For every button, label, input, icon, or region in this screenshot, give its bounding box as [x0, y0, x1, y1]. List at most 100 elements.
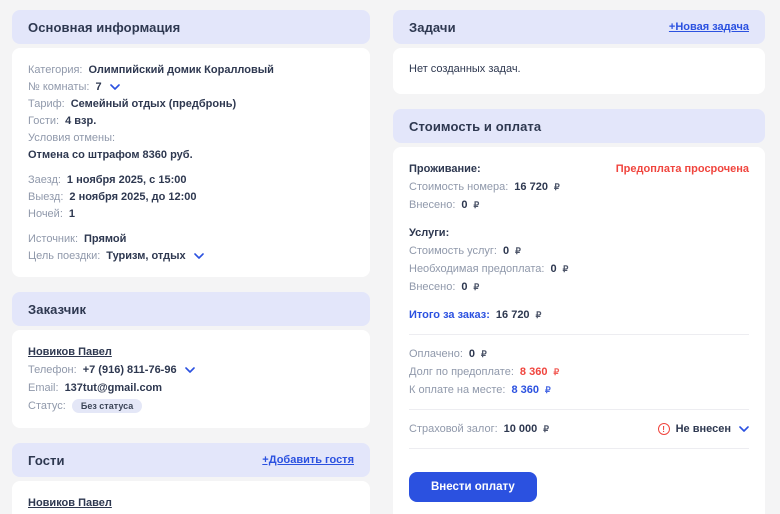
cancel-policy: Отмена со штрафом 8360 руб.	[28, 146, 354, 163]
services-row: Услуги:	[409, 224, 749, 242]
divider	[409, 409, 749, 410]
customer-title: Заказчик	[28, 302, 86, 317]
main-info-header: Основная информация	[12, 10, 370, 44]
checkout-label: Выезд:	[28, 191, 63, 203]
order-total-row: Итого за заказ: 16 720 ₽	[409, 306, 749, 324]
nights-value: 1	[69, 208, 75, 220]
services-label: Услуги:	[409, 227, 449, 239]
tariff-value: Семейный отдых (предбронь)	[71, 98, 236, 110]
ruble-sign: ₽	[474, 282, 480, 293]
deposit-status-text: Не внесен	[676, 423, 731, 435]
paid-value: 0	[469, 348, 475, 360]
prepay-debt-label: Долг по предоплате:	[409, 366, 514, 378]
deposited-services-value: 0	[461, 281, 467, 293]
required-prepay-value: 0	[550, 263, 556, 275]
payment-header: Стоимость и оплата	[393, 109, 765, 143]
deposit-status-chevron-down-icon[interactable]	[739, 426, 749, 432]
customer-phone-chevron-down-icon[interactable]	[185, 367, 195, 373]
field-category: Категория: Олимпийский домик Коралловый	[28, 61, 354, 78]
ruble-sign: ₽	[481, 349, 487, 360]
pay-onsite-label: К оплате на месте:	[409, 384, 505, 396]
services-cost-label: Стоимость услуг:	[409, 245, 497, 257]
cancel-terms-label: Условия отмены:	[28, 132, 115, 144]
required-prepay-label: Необходимая предоплата:	[409, 263, 544, 275]
field-guests: Гости: 4 взр.	[28, 112, 354, 129]
alert-circle-icon: !	[658, 423, 670, 435]
divider	[409, 448, 749, 449]
field-room-number: № комнаты: 7	[28, 78, 354, 95]
paid-row: Оплачено: 0 ₽	[409, 345, 749, 363]
left-column: Основная информация Категория: Олимпийск…	[12, 10, 370, 514]
customer-name-row: Новиков Павел	[28, 343, 354, 361]
panel-tasks: Задачи +Новая задача Нет созданных задач…	[393, 10, 765, 94]
deposit-status-control[interactable]: ! Не внесен	[658, 423, 749, 435]
deposit-label: Страховой залог:	[409, 423, 498, 435]
main-info-title: Основная информация	[28, 20, 180, 35]
deposited-services-row: Внесено: 0 ₽	[409, 278, 749, 296]
room-number-label: № комнаты:	[28, 81, 89, 93]
room-number-value: 7	[95, 81, 101, 93]
deposited-living-label: Внесено:	[409, 199, 455, 211]
customer-status-row: Статус: Без статуса	[28, 397, 354, 415]
ruble-sign: ₽	[554, 182, 560, 193]
guests-title: Гости	[28, 453, 65, 468]
cancel-policy-value: Отмена со штрафом 8360 руб.	[28, 149, 193, 161]
field-checkout: Выезд: 2 ноября 2025, до 12:00	[28, 188, 354, 205]
deposit-row: Страховой залог: 10 000 ₽ ! Не внесен	[409, 420, 749, 438]
prepay-debt-value: 8 360	[520, 366, 548, 378]
ruble-sign: ₽	[474, 200, 480, 211]
category-label: Категория:	[28, 64, 82, 76]
ruble-sign: ₽	[536, 310, 542, 321]
customer-card: Новиков Павел Телефон: +7 (916) 811-76-9…	[12, 330, 370, 428]
customer-name-link[interactable]: Новиков Павел	[28, 346, 112, 358]
guests-value: 4 взр.	[65, 115, 96, 127]
order-total-label: Итого за заказ:	[409, 309, 490, 321]
payment-card: Проживание: Предоплата просрочена Стоимо…	[393, 147, 765, 514]
customer-status-label: Статус:	[28, 400, 66, 412]
trip-purpose-value: Туризм, отдых	[106, 250, 185, 262]
deposited-living-value: 0	[461, 199, 467, 211]
customer-phone-row: Телефон: +7 (916) 811-76-96	[28, 361, 354, 379]
guests-card: Новиков Павел Телефон: +7 (916) 811-76-9…	[12, 481, 370, 514]
customer-status-badge[interactable]: Без статуса	[72, 399, 142, 413]
panel-customer: Заказчик Новиков Павел Телефон: +7 (916)…	[12, 292, 370, 428]
field-trip-purpose: Цель поездки: Туризм, отдых	[28, 247, 354, 264]
field-nights: Ночей: 1	[28, 205, 354, 222]
customer-email-label: Email:	[28, 382, 59, 394]
new-task-link[interactable]: +Новая задача	[669, 21, 749, 33]
paid-label: Оплачено:	[409, 348, 463, 360]
trip-purpose-label: Цель поездки:	[28, 250, 100, 262]
divider	[409, 334, 749, 335]
customer-email-row: Email: 137tut@gmail.com	[28, 379, 354, 397]
ruble-sign: ₽	[543, 424, 549, 435]
services-cost-value: 0	[503, 245, 509, 257]
trip-purpose-chevron-down-icon[interactable]	[194, 253, 204, 259]
deposit-value: 10 000	[504, 423, 538, 435]
source-value: Прямой	[84, 233, 126, 245]
required-prepay-row: Необходимая предоплата: 0 ₽	[409, 260, 749, 278]
tariff-label: Тариф:	[28, 98, 65, 110]
checkout-value: 2 ноября 2025, до 12:00	[69, 191, 196, 203]
ruble-sign: ₽	[563, 264, 569, 275]
category-value: Олимпийский домик Коралловый	[88, 64, 273, 76]
booking-page: Основная информация Категория: Олимпийск…	[0, 0, 780, 514]
living-row: Проживание: Предоплата просрочена	[409, 160, 749, 178]
customer-phone-value: +7 (916) 811-76-96	[83, 364, 177, 376]
room-number-chevron-down-icon[interactable]	[110, 84, 120, 90]
source-label: Источник:	[28, 233, 78, 245]
customer-email-value: 137tut@gmail.com	[65, 382, 163, 394]
room-cost-row: Стоимость номера: 16 720 ₽	[409, 178, 749, 196]
tasks-title: Задачи	[409, 20, 456, 35]
field-cancel-terms: Условия отмены:	[28, 129, 354, 146]
guests-header: Гости +Добавить гостя	[12, 443, 370, 477]
field-source: Источник: Прямой	[28, 230, 354, 247]
guests-label: Гости:	[28, 115, 59, 127]
add-guest-link[interactable]: +Добавить гостя	[262, 454, 354, 466]
panel-main-info: Основная информация Категория: Олимпийск…	[12, 10, 370, 277]
guest-name-link[interactable]: Новиков Павел	[28, 497, 112, 509]
nights-label: Ночей:	[28, 208, 63, 220]
make-payment-button[interactable]: Внести оплату	[409, 472, 537, 502]
pay-onsite-value: 8 360	[511, 384, 539, 396]
checkin-label: Заезд:	[28, 174, 61, 186]
ruble-sign: ₽	[515, 246, 521, 257]
